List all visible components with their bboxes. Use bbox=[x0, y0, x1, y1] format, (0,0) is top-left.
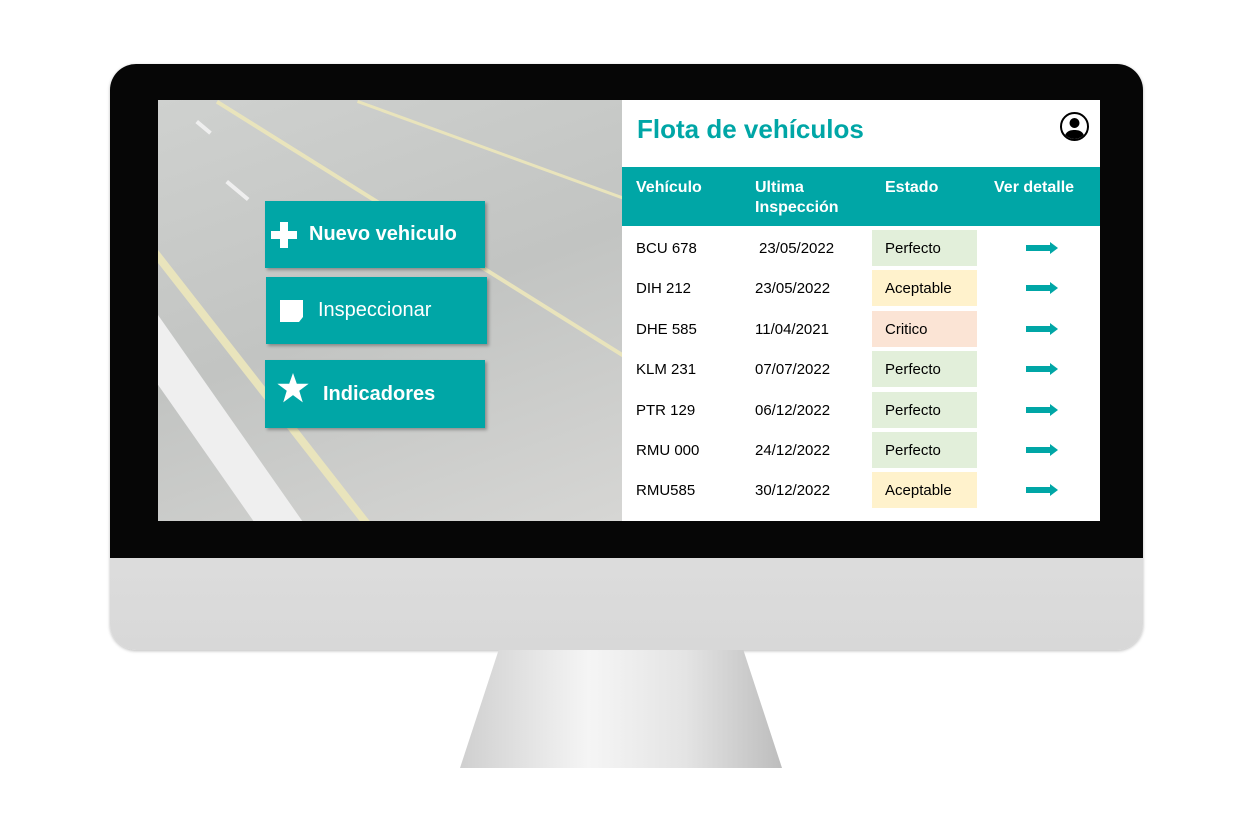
status-label: Aceptable bbox=[885, 280, 952, 298]
indicators-label: Indicadores bbox=[323, 382, 436, 405]
table-row: RMU 000 24/12/2022 Perfecto bbox=[622, 430, 1100, 470]
header-last-inspection: Ultima Inspección bbox=[755, 179, 839, 216]
status-label: Perfecto bbox=[885, 240, 941, 257]
status-badge: Critico bbox=[872, 310, 977, 347]
status-badge: Perfecto bbox=[872, 351, 977, 388]
indicators-button[interactable]: Indicadores bbox=[265, 360, 485, 428]
arrow-right-icon[interactable] bbox=[1026, 322, 1058, 335]
table-row: RMU585 30/12/2022 Aceptable bbox=[622, 470, 1100, 510]
status-label: Critico bbox=[885, 320, 928, 338]
vehicle-plate: PTR 129 bbox=[636, 401, 696, 419]
vehicle-plate: RMU 000 bbox=[636, 442, 700, 459]
user-icon[interactable] bbox=[1060, 112, 1089, 141]
inspection-date: 06/12/2022 bbox=[755, 401, 831, 419]
status-label: Aceptable bbox=[885, 482, 952, 500]
note-icon bbox=[280, 299, 303, 322]
status-badge: Aceptable bbox=[872, 472, 977, 509]
table-row: DHE 585 11/04/2021 Critico bbox=[622, 309, 1100, 349]
arrow-right-icon[interactable] bbox=[1026, 444, 1058, 456]
page-title: Flota de vehículos bbox=[637, 114, 864, 144]
inspection-date: 23/05/2022 bbox=[755, 280, 831, 298]
status-badge: Aceptable bbox=[872, 270, 977, 307]
table-row: DIH 212 23/05/2022 Aceptable bbox=[622, 268, 1100, 308]
vehicle-plate: BCU 678 bbox=[636, 240, 697, 257]
table-row: BCU 678 23/05/2022 Perfecto bbox=[622, 228, 1100, 268]
inspection-date: 07/07/2022 bbox=[755, 361, 831, 379]
vehicle-plate: DIH 212 bbox=[636, 280, 692, 298]
inspection-date: 23/05/2022 bbox=[759, 240, 835, 257]
header-status: Estado bbox=[885, 179, 939, 196]
vehicle-plate: DHE 585 bbox=[636, 320, 697, 338]
status-label: Perfecto bbox=[885, 361, 941, 379]
inspect-label: Inspeccionar bbox=[318, 299, 432, 321]
header-vehicle: Vehículo bbox=[636, 179, 702, 196]
arrow-right-icon[interactable] bbox=[1026, 242, 1058, 254]
monitor-stand bbox=[460, 650, 782, 768]
table-row: PTR 129 06/12/2022 Perfecto bbox=[622, 390, 1100, 430]
status-label: Perfecto bbox=[885, 442, 941, 459]
app-screen: Nuevo vehiculo Inspeccionar Indicadores … bbox=[158, 100, 1100, 521]
inspection-date: 11/04/2021 bbox=[755, 320, 829, 338]
table-row: KLM 231 07/07/2022 Perfecto bbox=[622, 349, 1100, 389]
new-vehicle-button[interactable]: Nuevo vehiculo bbox=[265, 201, 485, 268]
header-detail: Ver detalle bbox=[994, 179, 1075, 196]
table-header: Vehículo Ultima Inspección Estado Ver de… bbox=[622, 167, 1100, 226]
status-badge: Perfecto bbox=[872, 391, 977, 428]
inspection-date: 30/12/2022 bbox=[755, 482, 831, 500]
vehicle-plate: KLM 231 bbox=[636, 361, 697, 379]
arrow-right-icon[interactable] bbox=[1026, 363, 1058, 376]
arrow-right-icon[interactable] bbox=[1026, 484, 1058, 497]
status-badge: Perfecto bbox=[872, 230, 977, 266]
star-icon bbox=[277, 373, 309, 403]
vehicle-plate: RMU585 bbox=[636, 482, 696, 500]
arrow-right-icon[interactable] bbox=[1026, 282, 1058, 295]
status-label: Perfecto bbox=[885, 401, 941, 419]
plus-icon bbox=[271, 221, 297, 248]
status-badge: Perfecto bbox=[872, 432, 977, 468]
inspection-date: 24/12/2022 bbox=[755, 442, 831, 459]
inspect-button[interactable]: Inspeccionar bbox=[266, 277, 487, 344]
new-vehicle-label: Nuevo vehiculo bbox=[309, 223, 457, 245]
arrow-right-icon[interactable] bbox=[1026, 403, 1058, 416]
fleet-panel: Flota de vehículos Vehículo Ultima Inspe… bbox=[622, 100, 1100, 521]
